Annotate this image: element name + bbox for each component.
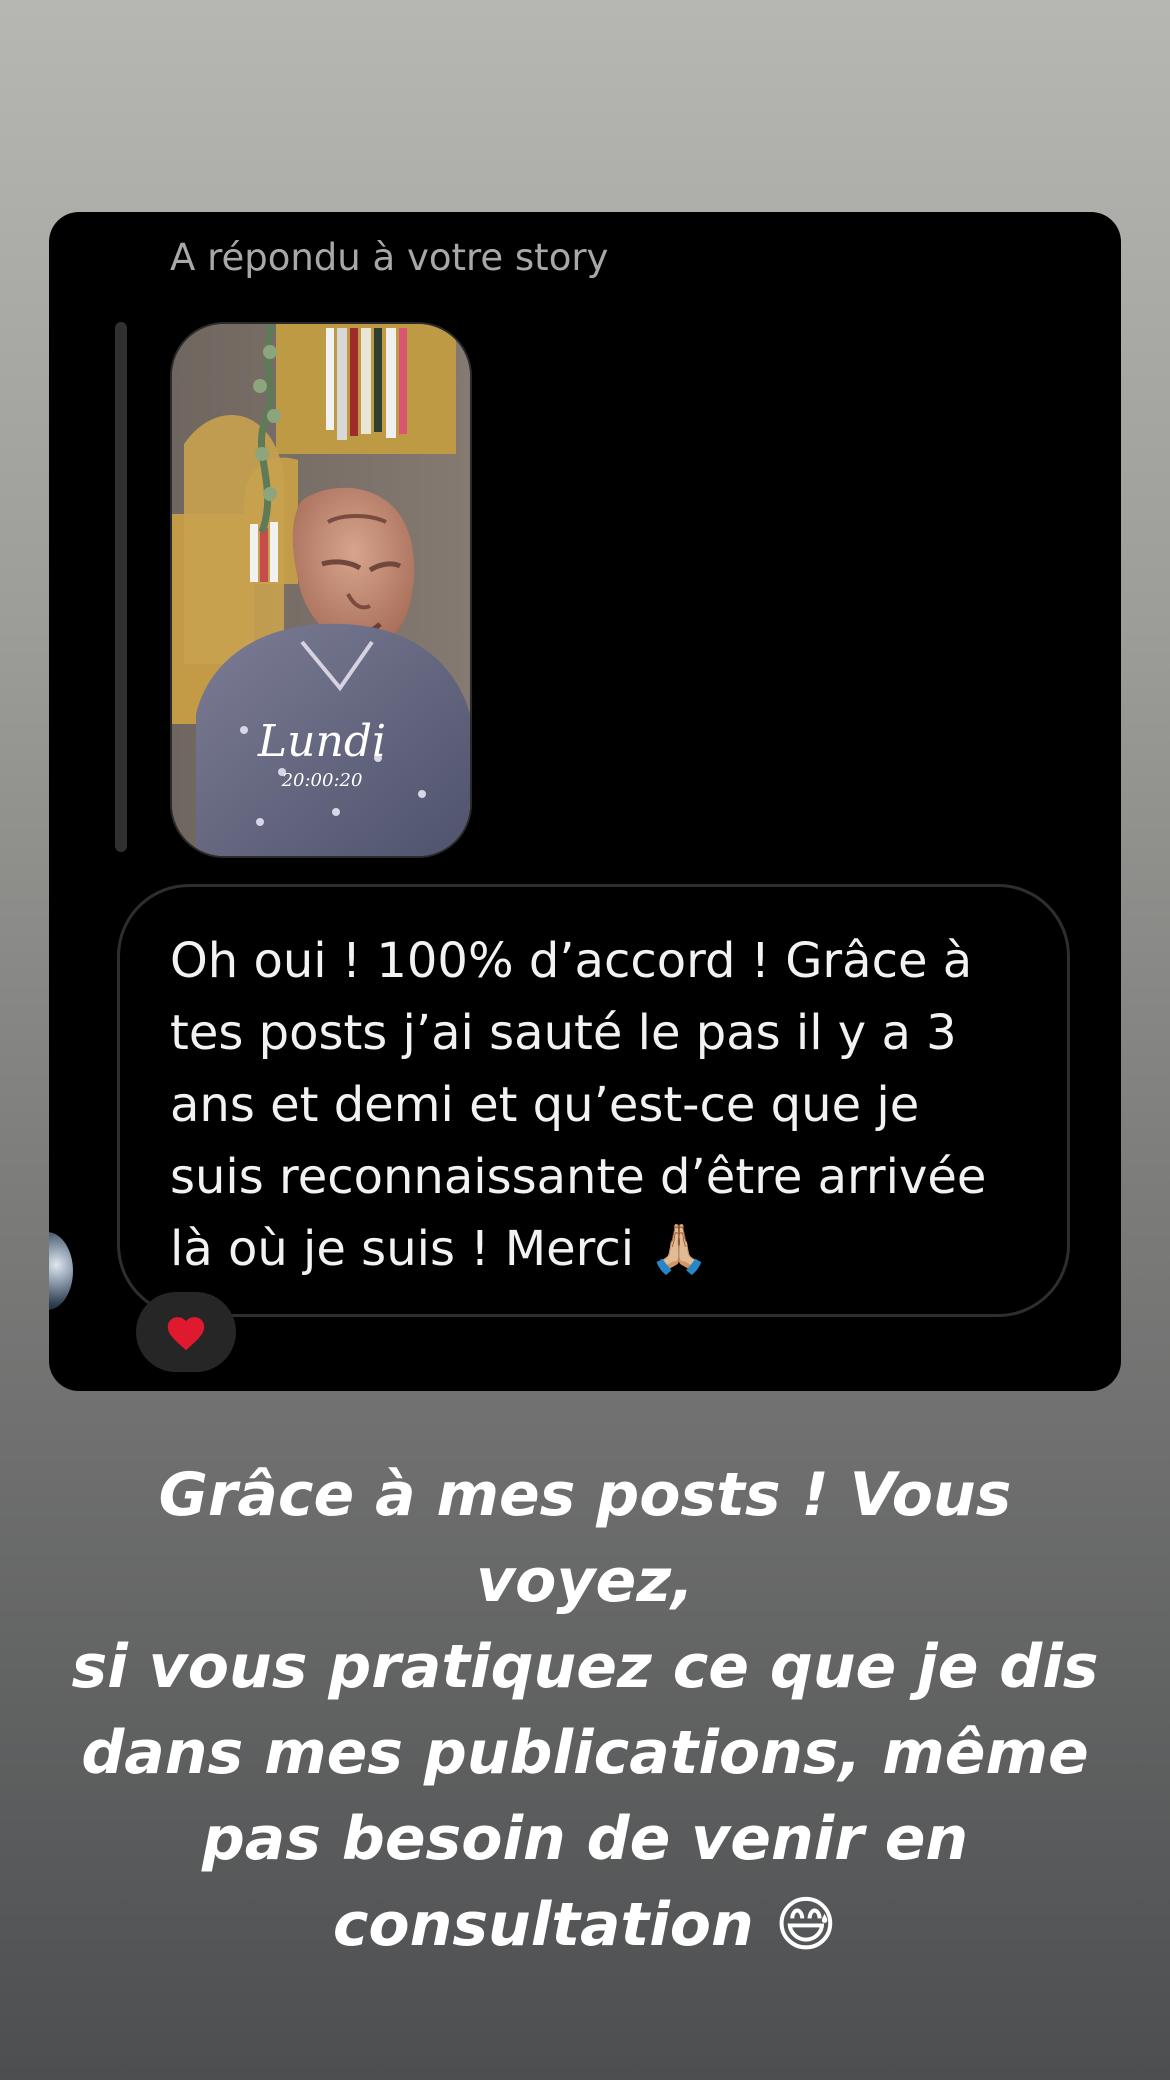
reaction-pill[interactable]: [136, 1292, 236, 1372]
story-caption: Grâce à mes posts ! Vous voyez, si vous …: [71, 1460, 1099, 1960]
message-text: Oh oui ! 100% d’accord ! Grâce à tes pos…: [170, 933, 987, 1277]
story-overlay-time: 20:00:20: [281, 770, 363, 791]
heart-icon: [167, 1317, 205, 1351]
message-bubble: Oh oui ! 100% d’accord ! Grâce à tes pos…: [117, 884, 1070, 1317]
story-overlay-word: Lundi: [257, 716, 386, 767]
story-thumbnail[interactable]: Lundi 20:00:20: [170, 322, 472, 858]
dm-screenshot-card: A répondu à votre story Lundi 20:00:20 O…: [49, 212, 1121, 1391]
profile-avatar: [49, 1232, 73, 1310]
reply-label: A répondu à votre story: [170, 236, 609, 279]
story-thumbnail-image: Lundi 20:00:20: [172, 324, 470, 856]
story-reply-bar: [115, 322, 127, 852]
